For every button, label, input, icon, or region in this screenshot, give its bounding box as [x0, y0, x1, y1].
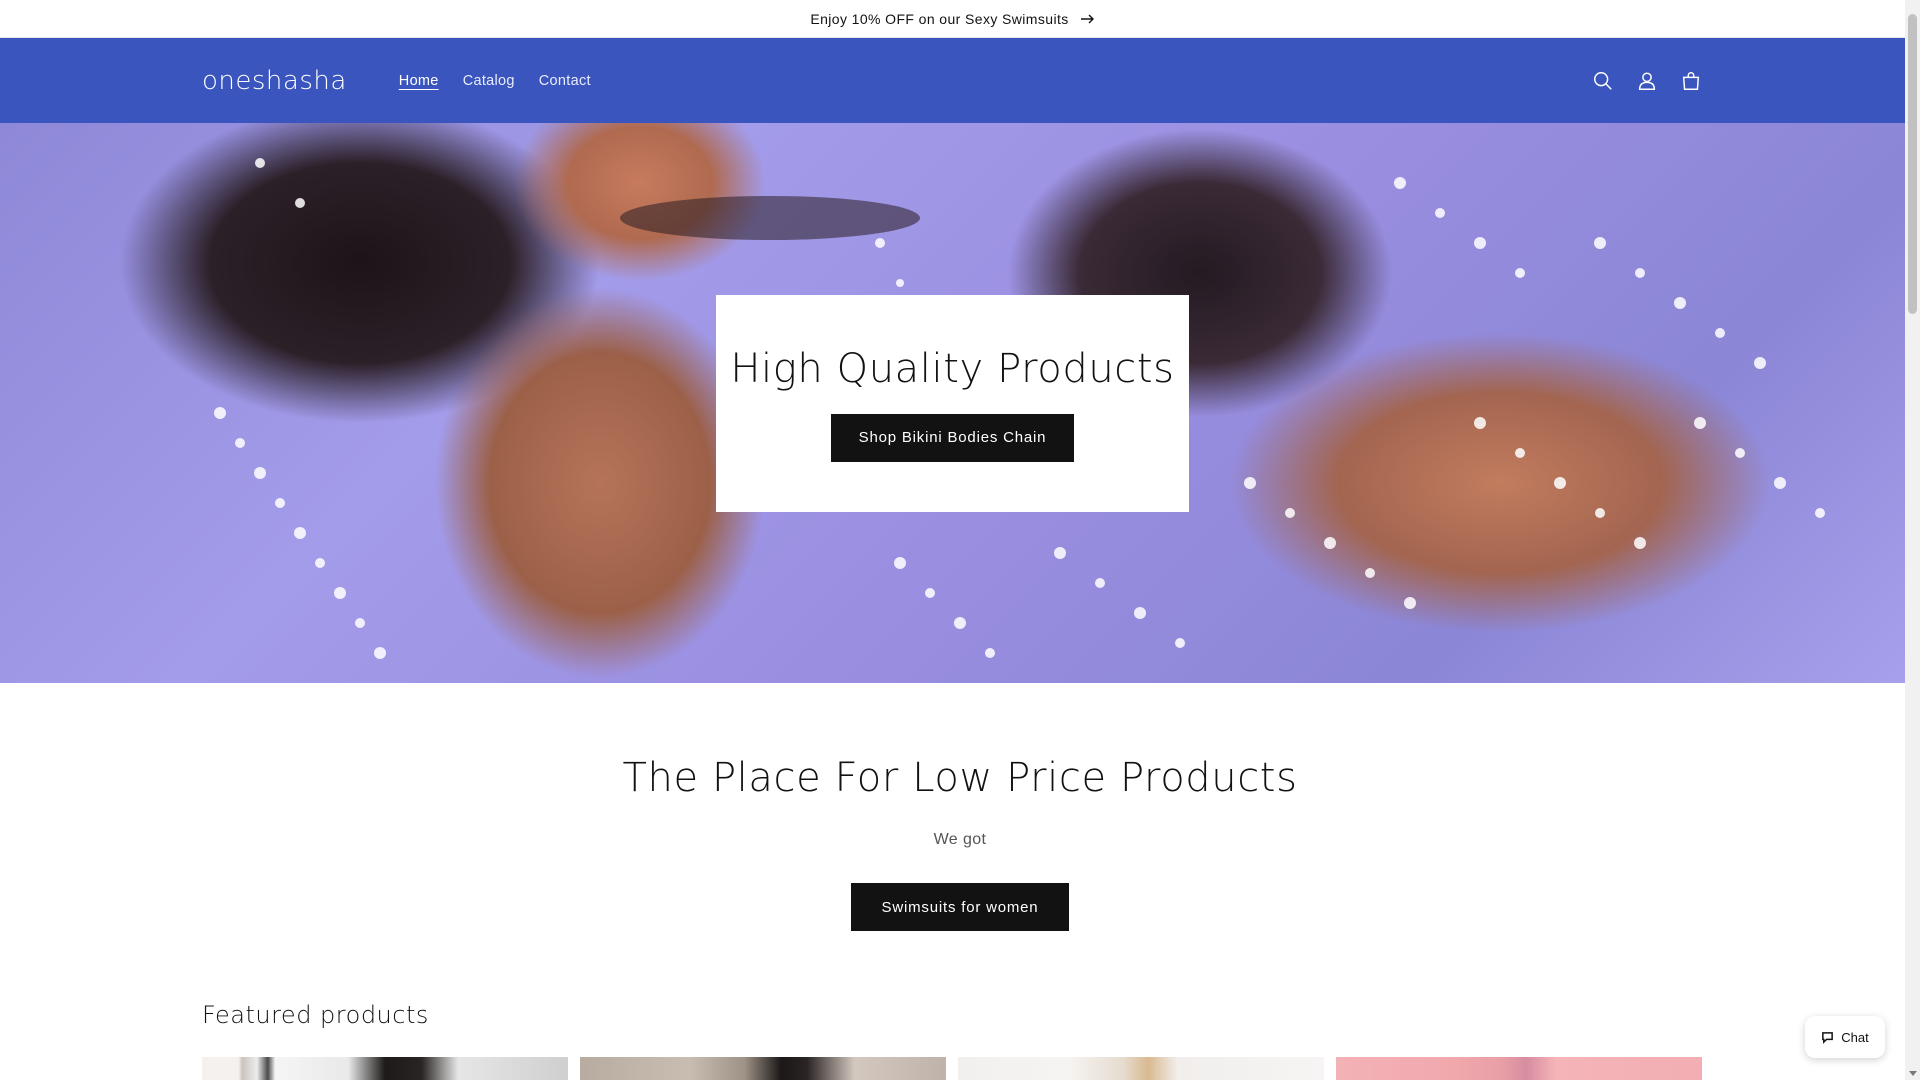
- main-nav: Home Catalog Contact: [387, 65, 603, 97]
- hero-card: High Quality Products Shop Bikini Bodies…: [716, 295, 1189, 512]
- account-icon: [1638, 71, 1656, 90]
- product-grid: [202, 1057, 1703, 1080]
- shop-bikini-chain-button[interactable]: Shop Bikini Bodies Chain: [831, 413, 1074, 462]
- nav-item-home[interactable]: Home: [387, 65, 451, 97]
- announcement-text: Enjoy 10% OFF on our Sexy Swimsuits: [810, 10, 1069, 27]
- product-card[interactable]: [580, 1057, 946, 1080]
- nav-item-contact[interactable]: Contact: [527, 65, 603, 97]
- chat-label: Chat: [1841, 1029, 1869, 1045]
- scrollbar-thumb[interactable]: [1908, 14, 1917, 314]
- announcement-link[interactable]: Enjoy 10% OFF on our Sexy Swimsuits: [810, 11, 1094, 27]
- hero-banner: High Quality Products Shop Bikini Bodies…: [0, 123, 1905, 683]
- search-button[interactable]: [1591, 69, 1615, 93]
- chat-button[interactable]: Chat: [1805, 1016, 1885, 1058]
- site-header: oneshasha Home Catalog Contact: [0, 38, 1905, 123]
- search-icon: [1594, 71, 1612, 90]
- swimsuits-button[interactable]: Swimsuits for women: [851, 883, 1069, 931]
- page-scrollbar[interactable]: [1905, 0, 1920, 1080]
- featured-title: Featured products: [202, 1001, 429, 1029]
- section-title: The Place For Low Price Products: [622, 755, 1298, 801]
- rich-text-section: The Place For Low Price Products We got …: [0, 683, 1920, 931]
- chat-bubble-icon: [1822, 1031, 1834, 1044]
- product-card[interactable]: [202, 1057, 568, 1080]
- section-text: We got: [933, 831, 987, 848]
- header-icons: [1591, 69, 1703, 93]
- product-card[interactable]: [1336, 1057, 1702, 1080]
- account-button[interactable]: [1635, 69, 1659, 93]
- scroll-down-arrow-icon[interactable]: [1909, 1071, 1917, 1076]
- featured-products-section: Featured products: [0, 931, 1920, 1080]
- store-logo[interactable]: oneshasha: [202, 66, 347, 96]
- nav-item-catalog[interactable]: Catalog: [451, 65, 527, 97]
- product-card[interactable]: [958, 1057, 1324, 1080]
- arrow-right-icon: [1080, 14, 1094, 23]
- hero-title: High Quality Products: [730, 345, 1175, 392]
- cart-button[interactable]: [1679, 69, 1703, 93]
- announcement-bar: Enjoy 10% OFF on our Sexy Swimsuits: [0, 0, 1905, 38]
- cart-icon: [1682, 71, 1700, 90]
